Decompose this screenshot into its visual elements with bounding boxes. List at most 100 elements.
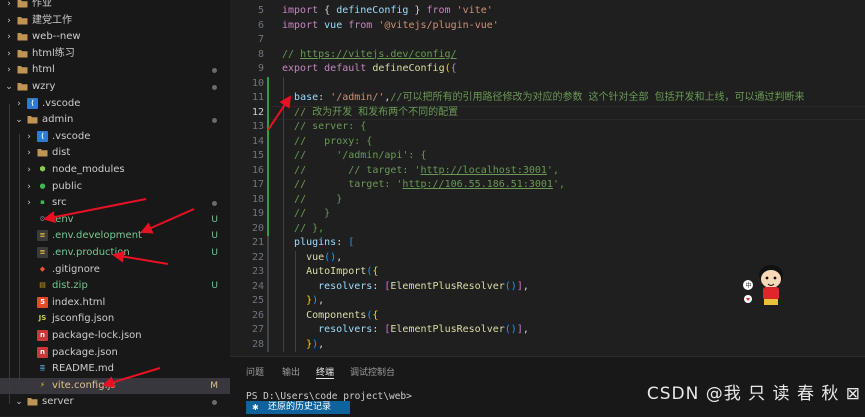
line-number: 15: [251, 150, 264, 161]
code-line[interactable]: 27 resolvers: [ElementPlusResolver()],: [230, 323, 865, 337]
explorer-item[interactable]: ⚡ vite.config.js M: [0, 377, 230, 394]
explorer-item[interactable]: › ● public: [0, 179, 230, 195]
chevron-right-icon[interactable]: ›: [24, 179, 34, 195]
explorer-item-label: package.json: [52, 346, 118, 358]
code-line[interactable]: 19 // }: [230, 207, 865, 221]
explorer-item[interactable]: › 作业: [0, 0, 230, 12]
explorer-item[interactable]: ⌄ server: [0, 394, 230, 410]
src-file-icon: ▪: [40, 198, 45, 207]
tab-debug-console[interactable]: 调试控制台: [350, 365, 395, 378]
chevron-right-icon[interactable]: ›: [4, 29, 14, 45]
explorer-item[interactable]: ≣ README.md: [0, 361, 230, 377]
tab-terminal[interactable]: 终端: [316, 365, 334, 378]
code-line[interactable]: 13 // server: {: [230, 120, 865, 134]
vscode-file-icon: ⟨: [37, 130, 48, 142]
explorer-item[interactable]: › html: [0, 62, 230, 78]
code-text: // // target: 'http://localhost:3001',: [282, 164, 559, 178]
explorer-item[interactable]: ◆ .gitignore: [0, 262, 230, 278]
explorer-item-label: node_modules: [52, 164, 125, 175]
chevron-down-icon[interactable]: ⌄: [14, 394, 24, 410]
tab-problems[interactable]: 问题: [246, 365, 264, 378]
explorer-item[interactable]: › html练习: [0, 46, 230, 62]
mascot-sticker: 中: [743, 265, 783, 305]
explorer-item[interactable]: › ⟨ .vscode: [0, 96, 230, 112]
chevron-right-icon[interactable]: ›: [14, 96, 24, 112]
code-line[interactable]: 10: [230, 77, 865, 91]
code-token: '@vitejs/plugin-vue': [378, 19, 499, 31]
code-line[interactable]: 14 // proxy: {: [230, 135, 865, 149]
chevron-right-icon[interactable]: ›: [4, 62, 14, 78]
explorer-item[interactable]: › ⬢ node_modules: [0, 162, 230, 178]
code-token: (): [504, 324, 517, 335]
code-line[interactable]: 5 import { defineConfig } from 'vite': [230, 4, 865, 18]
explorer-item[interactable]: n package.json: [0, 345, 230, 361]
chevron-down-icon[interactable]: ⌄: [4, 79, 14, 95]
md-file-icon: ≣: [39, 364, 46, 373]
explorer-item[interactable]: › dist: [0, 145, 230, 161]
code-token: base: [294, 92, 319, 103]
git-status-badge: M: [210, 380, 218, 391]
chevron-right-icon[interactable]: ›: [4, 13, 14, 29]
line-number: 20: [251, 222, 264, 234]
chevron-right-icon[interactable]: ›: [4, 46, 14, 62]
code-text: // proxy: {: [282, 135, 372, 149]
code-text: // target: 'http://106.55.186.51:3001',: [282, 178, 565, 192]
explorer-item-label: .env.production: [52, 247, 130, 258]
explorer-item[interactable]: › ⟨ .vscode: [0, 129, 230, 145]
code-text: // }: [282, 193, 342, 207]
explorer-item-label: 建党工作: [32, 14, 72, 26]
code-token: ElementPlusResolver: [390, 324, 505, 335]
code-token: ,: [522, 280, 529, 292]
code-token: AutoImport: [306, 266, 367, 277]
chevron-right-icon[interactable]: ›: [24, 129, 34, 145]
chevron-right-icon[interactable]: ›: [24, 145, 34, 161]
explorer-item[interactable]: ⚙ .env U: [0, 212, 230, 228]
code-text: import { defineConfig } from 'vite': [282, 4, 493, 18]
explorer-item[interactable]: ≡ .env.development U: [0, 228, 230, 244]
chevron-down-icon[interactable]: ⌄: [14, 112, 24, 128]
code-token: from: [426, 5, 451, 16]
explorer-item-label: dist: [52, 147, 71, 159]
code-line[interactable]: 8 // https://vitejs.dev/config/: [230, 48, 865, 62]
explorer-item-label: .vscode: [52, 130, 91, 142]
public-file-icon: ●: [39, 181, 46, 190]
explorer-item[interactable]: ⌄ admin: [0, 112, 230, 128]
code-line[interactable]: 17 // target: 'http://106.55.186.51:3001…: [230, 178, 865, 192]
explorer-item[interactable]: n package-lock.json: [0, 328, 230, 344]
explorer-item[interactable]: ⌄ wzry: [0, 79, 230, 95]
explorer-item[interactable]: › ▪ src: [0, 195, 230, 211]
code-line[interactable]: 6 import vue from '@vitejs/plugin-vue': [230, 19, 865, 33]
explorer-item-label: admin: [42, 114, 74, 126]
js-file-icon: JS: [38, 314, 47, 323]
chevron-right-icon[interactable]: ›: [4, 0, 14, 12]
code-line[interactable]: 16 // // target: 'http://localhost:3001'…: [230, 164, 865, 178]
code-line[interactable]: 21 plugins: [: [230, 236, 865, 250]
explorer-item[interactable]: JS jsconfig.json: [0, 311, 230, 327]
code-line[interactable]: 12 // 改为开发 和发布两个不同的配置: [230, 106, 865, 120]
tab-output[interactable]: 输出: [282, 365, 300, 378]
chevron-right-icon[interactable]: ›: [24, 162, 34, 178]
explorer-item-label: .env.development: [52, 230, 142, 242]
explorer-item[interactable]: › web--new: [0, 29, 230, 45]
code-line[interactable]: 28 }),: [230, 338, 865, 352]
explorer-item[interactable]: 5 index.html: [0, 295, 230, 311]
code-line[interactable]: 15 // '/admin/api': {: [230, 149, 865, 163]
explorer-item[interactable]: ▤ dist.zip U: [0, 278, 230, 294]
line-number: 7: [257, 34, 264, 45]
explorer-item[interactable]: › 建党工作: [0, 13, 230, 29]
chevron-right-icon[interactable]: ›: [24, 195, 34, 211]
code-line[interactable]: 9 export default defineConfig({: [230, 62, 865, 76]
code-token: :: [336, 237, 349, 248]
code-line[interactable]: 7: [230, 33, 865, 47]
code-line[interactable]: 26 Components({: [230, 309, 865, 323]
git-file-icon: ◆: [39, 264, 46, 273]
line-number: 12: [251, 106, 264, 118]
restore-history-tooltip[interactable]: ✱ 还原的历史记录: [246, 401, 350, 414]
code-line[interactable]: 18 // }: [230, 193, 865, 207]
code-line[interactable]: 20 // },: [230, 222, 865, 236]
code-line[interactable]: 11 base: '/admin/',//可以把所有的引用路径修改为对应的参数 …: [230, 91, 865, 105]
explorer-item[interactable]: ≡ .env.production U: [0, 245, 230, 261]
code-token: import: [282, 19, 319, 31]
line-number: 21: [251, 237, 264, 248]
